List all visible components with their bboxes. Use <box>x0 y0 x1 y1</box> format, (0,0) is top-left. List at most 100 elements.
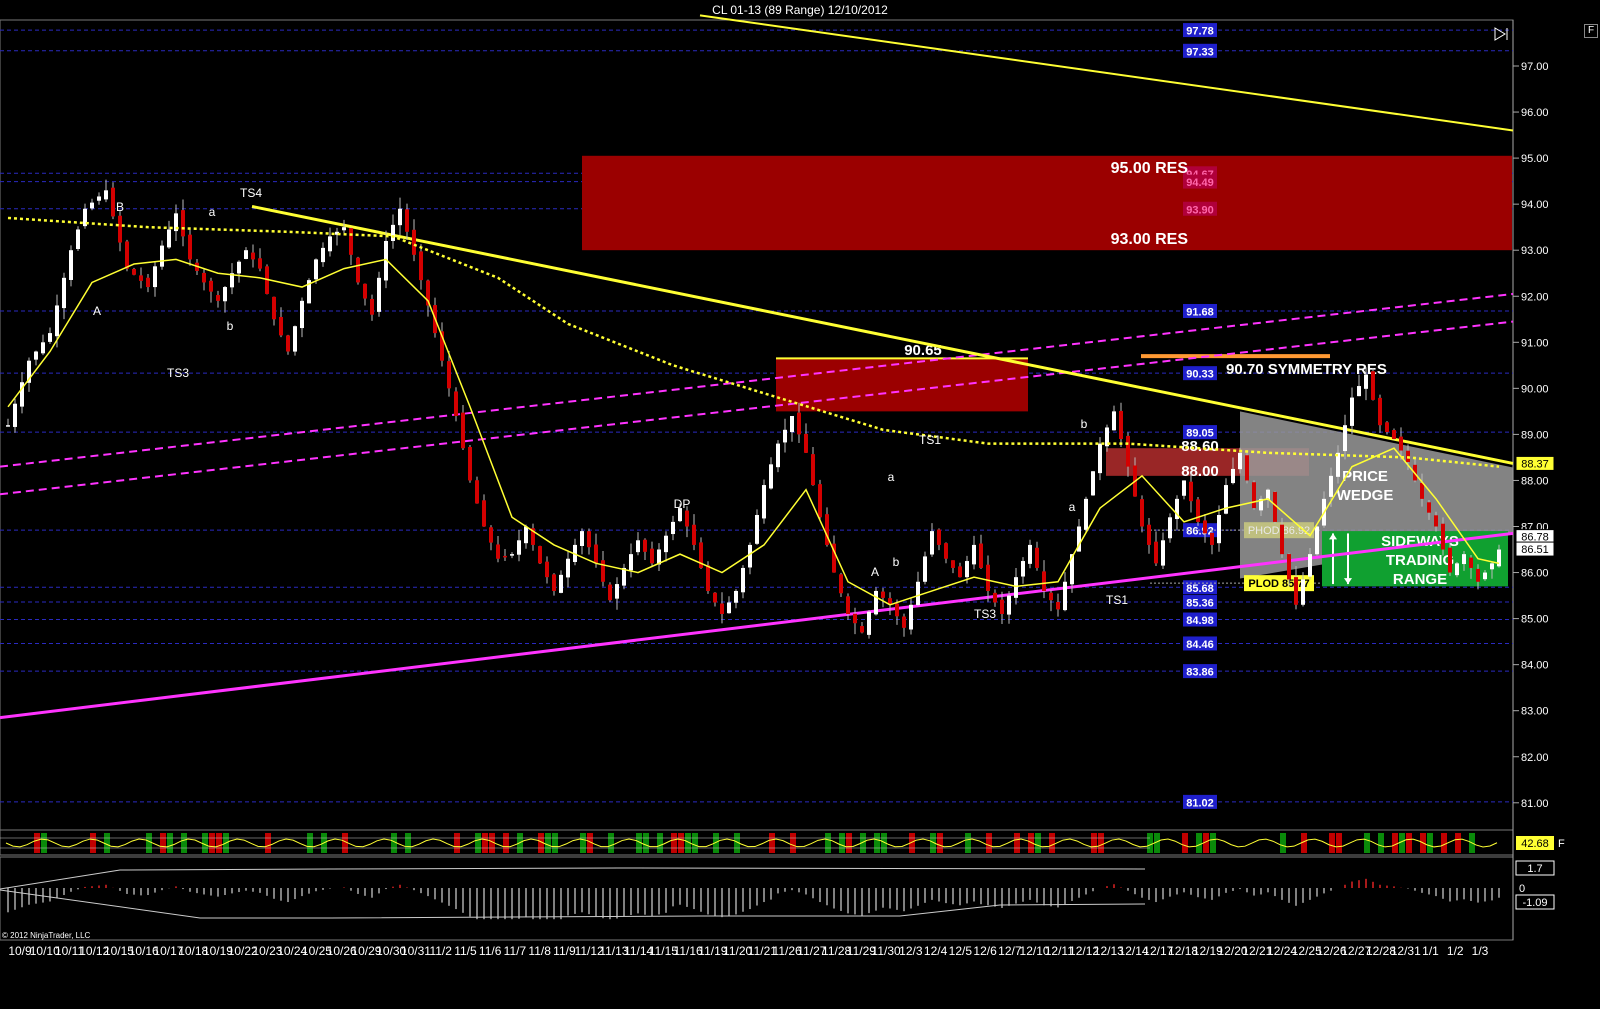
candle <box>853 613 857 624</box>
candle <box>496 544 500 559</box>
candle <box>1168 517 1172 539</box>
candle <box>48 333 52 342</box>
candle <box>1126 435 1130 467</box>
y-tick-label: 85.00 <box>1521 614 1549 626</box>
oscillator-bar <box>1441 833 1447 853</box>
level-badge: 97.33 <box>1186 46 1214 58</box>
candle <box>181 210 185 237</box>
candle <box>139 275 143 281</box>
candle <box>244 250 248 259</box>
oscillator-bar <box>307 833 313 853</box>
candle <box>1350 397 1354 426</box>
candle <box>1049 592 1053 601</box>
x-tick-label: 12/7 <box>998 944 1022 958</box>
candle <box>636 540 640 553</box>
candle <box>1056 601 1060 610</box>
candle <box>419 251 423 281</box>
candle <box>1252 482 1256 509</box>
x-tick-label: 1/2 <box>1447 944 1464 958</box>
oscillator-bar <box>209 833 215 853</box>
oscillator-bar <box>90 833 96 853</box>
oscillator-bar <box>580 833 586 853</box>
x-tick-label: 12/31 <box>1391 944 1421 958</box>
candle <box>930 531 934 555</box>
level-badge: 83.86 <box>1186 667 1214 679</box>
candle <box>1035 547 1039 568</box>
oscillator-bar <box>608 833 614 853</box>
candle <box>601 560 605 582</box>
candle <box>209 280 213 292</box>
candle <box>132 268 136 275</box>
candle <box>1441 523 1445 550</box>
candle <box>1343 425 1347 452</box>
candle <box>1378 397 1382 426</box>
candle <box>349 228 353 255</box>
oscillator-bar <box>34 833 40 853</box>
candle <box>412 229 416 255</box>
oscillator-bar <box>986 833 992 853</box>
x-tick-label: 11/8 <box>528 944 551 958</box>
x-tick-label: 11/2 <box>429 944 452 958</box>
oscillator-bar <box>265 833 271 853</box>
candle <box>454 391 458 416</box>
y-tick-label: 89.00 <box>1521 429 1549 441</box>
candle <box>468 446 472 481</box>
candle <box>1140 499 1144 527</box>
swing-label: b <box>893 555 900 569</box>
candle <box>153 266 157 288</box>
candle <box>461 412 465 449</box>
candle <box>1014 577 1018 598</box>
candle <box>965 561 969 578</box>
candle <box>314 259 318 280</box>
candle <box>1287 554 1291 580</box>
res-badge: 94.49 <box>1186 177 1214 189</box>
oscillator-bar <box>769 833 775 853</box>
candle <box>1357 386 1361 397</box>
oscillator-bar <box>1049 833 1055 853</box>
oscillator-bar <box>1147 833 1153 853</box>
candle <box>1427 502 1431 513</box>
oscillator-bar <box>1182 833 1188 853</box>
candle <box>146 277 150 288</box>
oscillator-bar <box>1329 833 1335 853</box>
y-tick-label: 94.00 <box>1521 199 1549 211</box>
candle <box>755 514 759 544</box>
oscillator-bar <box>41 833 47 853</box>
candle <box>293 326 297 352</box>
candle <box>734 590 738 603</box>
candle <box>13 403 17 427</box>
candle <box>580 531 584 546</box>
candle <box>216 295 220 301</box>
candle <box>727 602 731 614</box>
oscillator-bar <box>202 833 208 853</box>
candle <box>1189 481 1193 502</box>
oscillator-bar <box>839 833 845 853</box>
price-chart[interactable]: 97.00 96.00 95.00 94.00 93.00 92.00 91.00 90.00… <box>0 0 1600 1009</box>
candle <box>342 227 346 231</box>
candle <box>1231 468 1235 484</box>
candle <box>188 234 192 260</box>
candle <box>881 591 885 598</box>
x-tick-label: 12/5 <box>949 944 973 958</box>
x-tick-label: 11/6 <box>479 944 502 958</box>
oscillator-bar <box>552 833 558 853</box>
candle <box>517 540 521 555</box>
x-tick-label: 12/3 <box>899 944 923 958</box>
swing-label: TS3 <box>974 607 996 621</box>
swing-label: TS3 <box>167 366 189 380</box>
oscillator-bar <box>1091 833 1097 853</box>
oscillator-bar <box>1378 833 1384 853</box>
candle <box>202 272 206 283</box>
candle <box>650 548 654 564</box>
plod-label: PLOD 85.77 <box>1248 578 1309 590</box>
f-button[interactable]: F <box>1584 24 1598 38</box>
candle <box>895 603 899 617</box>
res-95-label: 95.00 RES <box>1111 160 1189 177</box>
y-tick-label: 92.00 <box>1521 291 1549 303</box>
swing-label: a <box>1069 500 1076 514</box>
oscillator-bar <box>1392 833 1398 853</box>
oscillator-bar <box>846 833 852 853</box>
resistance-zone-95 <box>582 155 1512 251</box>
candle <box>818 484 822 518</box>
candle <box>1000 599 1004 614</box>
